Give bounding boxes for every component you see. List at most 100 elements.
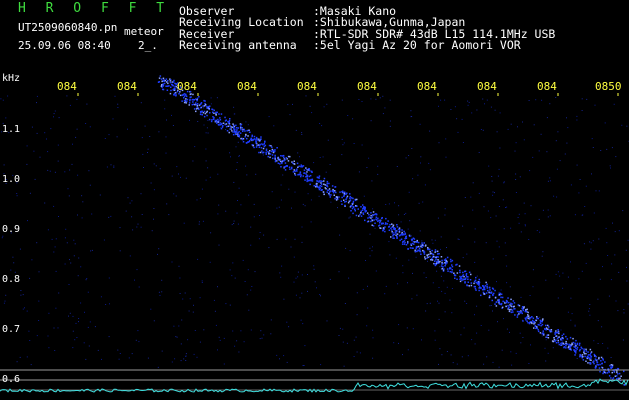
noise-pixel — [101, 358, 102, 360]
noise-pixel — [29, 340, 31, 341]
echo-pixel — [252, 144, 254, 147]
echo-pixel — [489, 292, 492, 294]
echo-pixel — [366, 221, 369, 223]
noise-pixel — [158, 291, 160, 293]
time-tick-label: 0850 — [595, 80, 622, 93]
noise-pixel — [313, 162, 315, 164]
noise-pixel — [559, 275, 561, 277]
echo-pixel — [382, 227, 385, 229]
noise-pixel — [423, 272, 425, 274]
echo-pixel — [158, 81, 160, 83]
noise-pixel — [501, 349, 503, 351]
noise-pixel — [343, 142, 345, 144]
echo-pixel — [205, 111, 208, 114]
noise-pixel — [372, 208, 374, 210]
echo-pixel — [286, 165, 288, 167]
noise-pixel — [157, 366, 159, 368]
noise-pixel — [166, 203, 168, 205]
echo-pixel — [392, 224, 395, 226]
noise-pixel — [36, 242, 38, 244]
echo-pixel — [462, 278, 465, 281]
echo-pixel — [274, 160, 277, 163]
noise-pixel — [426, 303, 428, 305]
noise-pixel — [539, 231, 541, 233]
echo-pixel — [240, 123, 243, 126]
noise-pixel — [446, 286, 448, 288]
echo-pixel — [370, 212, 372, 214]
noise-pixel — [590, 242, 592, 244]
echo-pixel — [192, 101, 194, 103]
noise-pixel — [522, 121, 523, 123]
echo-pixel — [598, 367, 601, 369]
echo-pixel — [464, 270, 467, 272]
echo-pixel — [390, 236, 392, 238]
echo-pixel — [590, 352, 592, 355]
echo-pixel — [324, 184, 327, 186]
noise-pixel — [105, 304, 107, 305]
echo-pixel — [541, 323, 544, 326]
noise-pixel — [484, 103, 485, 105]
noise-pixel — [496, 281, 497, 283]
echo-pixel — [245, 134, 247, 136]
echo-pixel — [270, 150, 273, 153]
echo-pixel — [552, 340, 554, 343]
echo-pixel — [590, 357, 592, 359]
echo-pixel — [494, 289, 496, 292]
noise-pixel — [549, 180, 551, 182]
echo-pixel — [444, 262, 446, 264]
echo-pixel — [385, 217, 387, 220]
noise-pixel — [407, 228, 409, 230]
echo-pixel — [299, 171, 302, 173]
noise-pixel — [178, 265, 180, 267]
noise-pixel — [22, 294, 24, 296]
noise-pixel — [570, 297, 572, 299]
echo-pixel — [218, 124, 220, 126]
echo-pixel — [590, 359, 592, 361]
echo-pixel — [451, 259, 454, 262]
noise-pixel — [474, 241, 476, 243]
noise-pixel — [180, 360, 182, 362]
noise-pixel — [259, 338, 261, 340]
echo-pixel — [425, 244, 427, 246]
echo-pixel — [565, 340, 567, 343]
noise-pixel — [556, 168, 558, 170]
noise-pixel — [499, 147, 501, 149]
echo-pixel — [328, 188, 331, 190]
noise-pixel — [150, 182, 152, 184]
echo-pixel — [213, 109, 215, 112]
noise-pixel — [199, 341, 201, 343]
echo-pixel — [583, 353, 586, 355]
noise-pixel — [393, 342, 395, 344]
noise-pixel — [159, 294, 161, 296]
echo-pixel — [606, 372, 609, 374]
noise-pixel — [586, 98, 588, 100]
echo-pixel — [546, 324, 549, 327]
noise-pixel — [289, 114, 291, 116]
echo-pixel — [553, 337, 555, 339]
noise-pixel — [622, 210, 624, 212]
echo-pixel — [334, 186, 337, 188]
noise-pixel — [247, 124, 249, 126]
noise-pixel — [16, 193, 18, 194]
noise-pixel — [555, 273, 557, 275]
echo-pixel — [195, 102, 197, 104]
echo-pixel — [255, 146, 258, 148]
noise-pixel — [233, 220, 235, 222]
noise-pixel — [278, 206, 280, 208]
noise-pixel — [209, 176, 211, 178]
echo-pixel — [526, 320, 528, 322]
echo-pixel — [392, 235, 394, 237]
echo-pixel — [602, 372, 604, 375]
echo-pixel — [573, 349, 576, 351]
noise-pixel — [478, 152, 480, 153]
echo-pixel — [611, 371, 613, 374]
noise-pixel — [570, 319, 572, 321]
echo-pixel — [167, 85, 169, 87]
echo-pixel — [406, 242, 409, 245]
noise-pixel — [214, 310, 216, 312]
noise-pixel — [438, 142, 440, 144]
noise-pixel — [161, 350, 163, 352]
echo-pixel — [423, 251, 426, 253]
noise-pixel — [66, 242, 68, 244]
noise-pixel — [338, 335, 340, 336]
